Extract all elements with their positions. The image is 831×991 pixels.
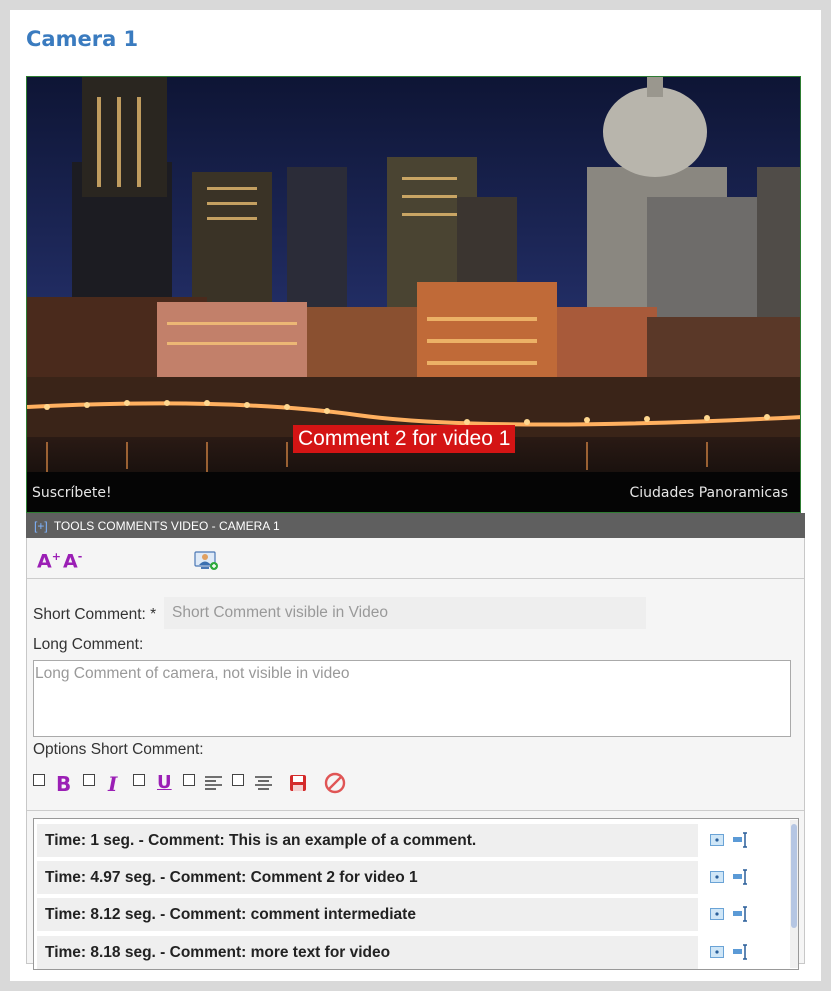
short-comment-label: Short Comment: * bbox=[33, 606, 157, 623]
edit-time-icon[interactable] bbox=[733, 906, 749, 922]
comment-row-actions bbox=[710, 861, 770, 894]
view-icon[interactable] bbox=[710, 834, 724, 846]
edit-time-icon[interactable] bbox=[733, 832, 749, 848]
font-increase-sign: + bbox=[51, 550, 61, 563]
options-label: Options Short Comment: bbox=[33, 741, 204, 758]
edit-time-icon[interactable] bbox=[733, 944, 749, 960]
camera-panel: Camera 1 Comment 2 for video 1 Suscríbet… bbox=[10, 10, 821, 981]
edit-time-icon[interactable] bbox=[733, 869, 749, 885]
long-comment-label: Long Comment: bbox=[33, 636, 144, 653]
save-icon[interactable] bbox=[289, 774, 307, 792]
short-comment-input[interactable] bbox=[164, 597, 646, 629]
long-comment-textarea[interactable] bbox=[33, 660, 791, 737]
tools-title: TOOLS COMMENTS VIDEO - CAMERA 1 bbox=[53, 519, 280, 533]
font-toolbar: A+ A- bbox=[27, 538, 804, 579]
comment-row[interactable]: Time: 1 seg. - Comment: This is an examp… bbox=[37, 824, 698, 857]
watermark-subscribe: Suscríbete! bbox=[32, 485, 112, 501]
italic-checkbox[interactable] bbox=[83, 774, 95, 786]
align-left-icon[interactable] bbox=[205, 774, 223, 792]
comment-row[interactable]: Time: 8.12 seg. - Comment: comment inter… bbox=[37, 898, 698, 931]
underline-checkbox[interactable] bbox=[133, 774, 145, 786]
view-icon[interactable] bbox=[710, 908, 724, 920]
add-camera-icon[interactable] bbox=[194, 551, 218, 571]
align-center-checkbox[interactable] bbox=[232, 774, 244, 786]
comment-row-actions bbox=[710, 824, 770, 857]
tools-header[interactable]: [+] TOOLS COMMENTS VIDEO - CAMERA 1 bbox=[26, 513, 805, 538]
comment-row[interactable]: Time: 8.18 seg. - Comment: more text for… bbox=[37, 936, 698, 969]
section-divider bbox=[27, 810, 804, 811]
video-player[interactable]: Comment 2 for video 1 Suscríbete! Ciudad… bbox=[26, 76, 801, 513]
scrollbar-thumb[interactable] bbox=[791, 824, 797, 928]
list-scrollbar[interactable] bbox=[790, 820, 798, 968]
font-decrease-button[interactable]: A- bbox=[63, 550, 82, 572]
italic-icon[interactable]: I bbox=[108, 772, 117, 796]
view-icon[interactable] bbox=[710, 946, 724, 958]
font-decrease-sign: - bbox=[77, 550, 83, 563]
video-overlay-comment: Comment 2 for video 1 bbox=[293, 425, 516, 453]
comment-row[interactable]: Time: 4.97 seg. - Comment: Comment 2 for… bbox=[37, 861, 698, 894]
watermark-channel: Ciudades Panoramicas bbox=[629, 485, 788, 501]
font-decrease-letter: A bbox=[63, 550, 78, 573]
font-increase-button[interactable]: A+ bbox=[37, 550, 61, 572]
expand-toggle[interactable]: [+] bbox=[34, 519, 48, 533]
tools-panel: A+ A- Short Comment: * Long Comment: Opt… bbox=[26, 538, 805, 970]
underline-icon[interactable]: U bbox=[157, 772, 172, 793]
bold-checkbox[interactable] bbox=[33, 774, 45, 786]
font-increase-letter: A bbox=[37, 550, 52, 573]
comments-list[interactable]: Time: 1 seg. - Comment: This is an examp… bbox=[33, 818, 799, 970]
align-left-checkbox[interactable] bbox=[183, 774, 195, 786]
cancel-icon[interactable] bbox=[324, 772, 346, 794]
bold-icon[interactable]: B bbox=[56, 772, 71, 796]
page-title: Camera 1 bbox=[26, 27, 139, 51]
align-center-icon[interactable] bbox=[255, 774, 273, 792]
comment-row-actions bbox=[710, 898, 770, 931]
comment-row-actions bbox=[710, 936, 770, 969]
view-icon[interactable] bbox=[710, 871, 724, 883]
